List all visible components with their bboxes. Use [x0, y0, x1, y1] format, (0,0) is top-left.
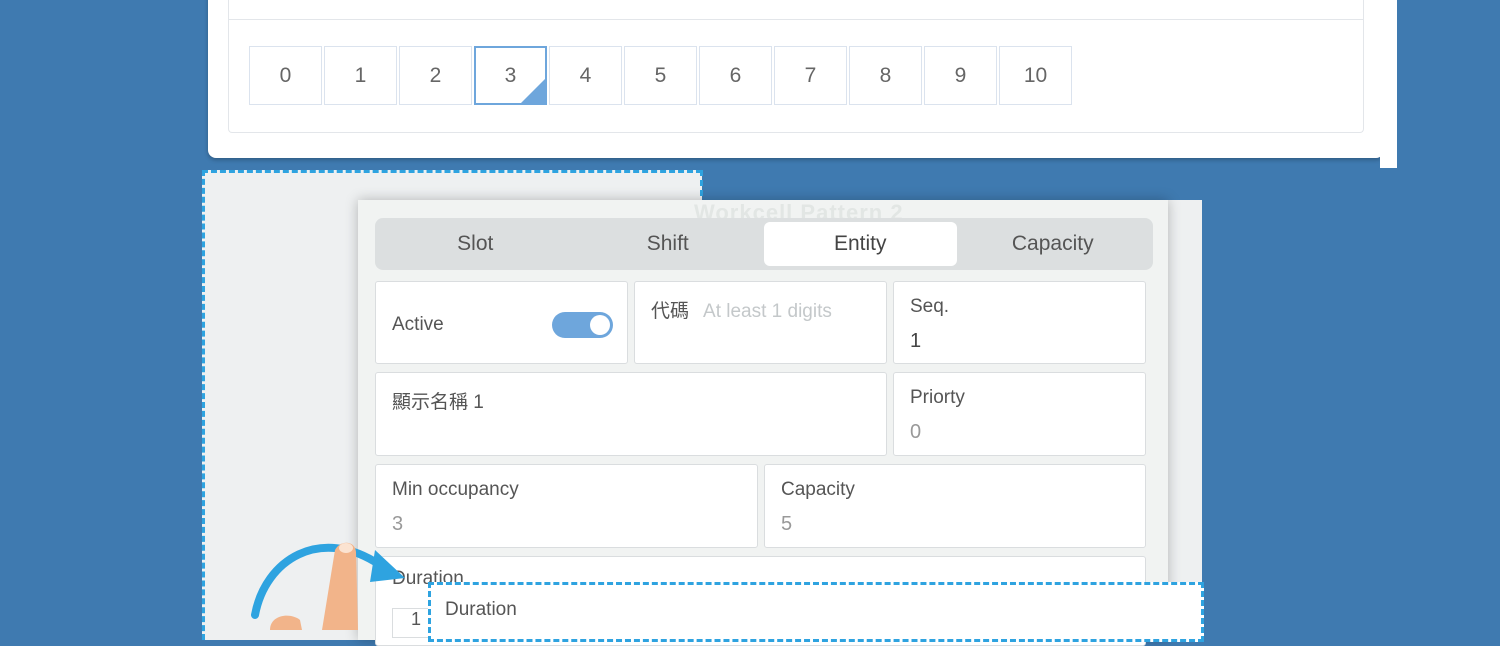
priority-value: 0: [910, 421, 922, 443]
seq-field[interactable]: Seq. 1: [893, 281, 1146, 364]
code-placeholder: At least 1 digits: [703, 301, 832, 322]
list-divider: [229, 19, 1363, 20]
active-toggle[interactable]: [552, 312, 613, 338]
tap-finger-icon: [251, 542, 405, 630]
code-field[interactable]: 代碼 At least 1 digits: [634, 281, 887, 364]
min-occupancy-field[interactable]: Min occupancy 3: [375, 464, 758, 548]
selected-corner-icon: [521, 79, 545, 103]
page-button-5[interactable]: 5: [624, 46, 697, 105]
page-button-3-active[interactable]: 3: [474, 46, 547, 105]
duration-popup-label: Duration: [445, 599, 517, 620]
list-card: 0 1 2 3 4 5 6 7 8 9 10: [208, 0, 1384, 158]
card-edge: [1380, 0, 1397, 168]
active-field: Active: [375, 281, 628, 364]
code-label-text: 代碼: [651, 301, 690, 322]
page-button-4[interactable]: 4: [549, 46, 622, 105]
page-button-9[interactable]: 9: [924, 46, 997, 105]
highlight-outline-notch: [700, 170, 703, 196]
page-button-8[interactable]: 8: [849, 46, 922, 105]
page-button-2[interactable]: 2: [399, 46, 472, 105]
min-occupancy-label: Min occupancy: [392, 479, 519, 500]
page-button-0[interactable]: 0: [249, 46, 322, 105]
capacity-label: Capacity: [781, 479, 855, 500]
entity-dialog: Workcell Pattern 2 Slot Shift Entity Cap…: [358, 200, 1168, 646]
capacity-field[interactable]: Capacity 5: [764, 464, 1146, 548]
page-button-10[interactable]: 10: [999, 46, 1072, 105]
toggle-knob: [590, 315, 610, 335]
tab-bar: Slot Shift Entity Capacity: [375, 218, 1153, 270]
tab-shift[interactable]: Shift: [572, 222, 765, 266]
priority-field[interactable]: Priorty 0: [893, 372, 1146, 456]
tab-capacity[interactable]: Capacity: [957, 222, 1150, 266]
display-name-field[interactable]: 顯示名稱 1: [375, 372, 887, 456]
tab-slot[interactable]: Slot: [379, 222, 572, 266]
display-name-label: 顯示名稱 1: [392, 392, 484, 413]
pagination: 0 1 2 3 4 5 6 7 8 9 10: [249, 46, 1074, 105]
backdrop-notch: [702, 170, 1202, 200]
highlight-outline-left: [202, 170, 205, 640]
page-button-7[interactable]: 7: [774, 46, 847, 105]
seq-value: 1: [910, 330, 922, 352]
seq-label: Seq.: [910, 296, 950, 317]
priority-label: Priorty: [910, 387, 965, 408]
code-label: 代碼 At least 1 digits: [651, 296, 832, 323]
list-panel: 0 1 2 3 4 5 6 7 8 9 10: [228, 0, 1364, 133]
capacity-value: 5: [781, 513, 793, 535]
highlight-outline-top: [202, 170, 702, 173]
page-button-1[interactable]: 1: [324, 46, 397, 105]
tab-entity[interactable]: Entity: [764, 222, 957, 266]
active-label: Active: [392, 314, 444, 335]
duration-popup[interactable]: Duration: [428, 582, 1204, 642]
page-button-6[interactable]: 6: [699, 46, 772, 105]
page-button-3-label: 3: [504, 63, 517, 87]
